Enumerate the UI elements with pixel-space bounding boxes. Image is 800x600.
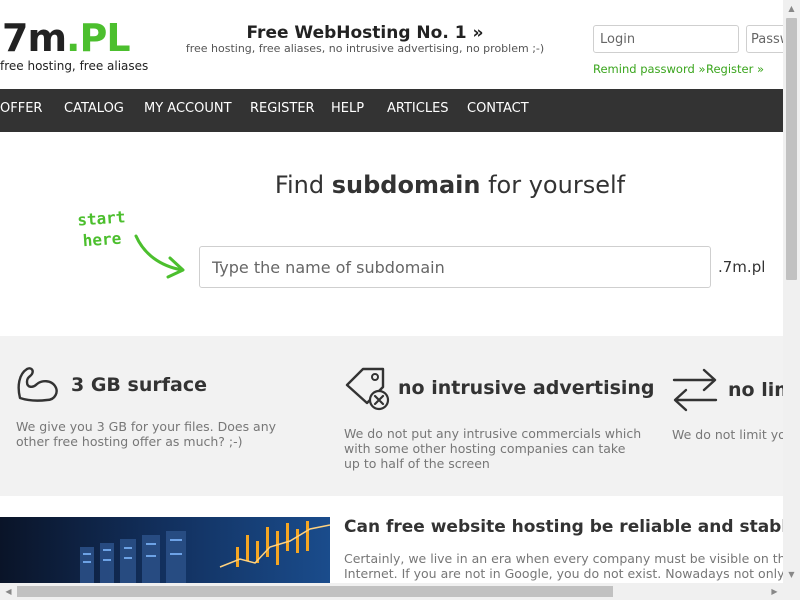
heading-part-pre: Find bbox=[274, 171, 332, 199]
promo-title[interactable]: Free WebHosting No. 1 » bbox=[190, 23, 540, 43]
nav-item-register[interactable]: REGISTER bbox=[250, 101, 315, 116]
bicep-icon bbox=[17, 367, 58, 402]
main-navbar: OFFER CATALOG MY ACCOUNT REGISTER HELP A… bbox=[0, 89, 783, 132]
scroll-up-arrow-icon[interactable]: ▲ bbox=[783, 0, 800, 17]
transfer-arrows-icon bbox=[672, 368, 718, 412]
scrollbar-corner bbox=[783, 583, 800, 600]
feature-title-no-limit: no limit bbox=[728, 379, 783, 401]
nav-item-catalog[interactable]: CATALOG bbox=[64, 101, 124, 116]
subdomain-search-input[interactable] bbox=[199, 246, 711, 288]
feature-desc-no-ads: We do not put any intrusive commercials … bbox=[344, 426, 642, 471]
heading-part-post: for yourself bbox=[480, 171, 626, 199]
nav-item-my-account[interactable]: MY ACCOUNT bbox=[144, 101, 232, 116]
article-image[interactable] bbox=[0, 517, 330, 583]
horizontal-scrollbar[interactable]: ◀ ▶ bbox=[0, 583, 783, 600]
password-input[interactable] bbox=[746, 25, 783, 53]
feature-title-storage: 3 GB surface bbox=[71, 374, 207, 396]
article-title[interactable]: Can free website hosting be reliable and… bbox=[344, 517, 783, 537]
logo-main: 7m bbox=[2, 16, 67, 60]
promo-subtitle: free hosting, free aliases, no intrusive… bbox=[185, 42, 545, 55]
feature-title-no-ads: no intrusive advertising bbox=[398, 377, 655, 399]
nav-item-help[interactable]: HELP bbox=[331, 101, 364, 116]
page-viewport: 7m.PL free hosting, free aliases Free We… bbox=[0, 0, 783, 583]
nav-item-articles[interactable]: ARTICLES bbox=[387, 101, 449, 116]
heading-part-bold: subdomain bbox=[331, 171, 481, 199]
remind-password-link[interactable]: Remind password » bbox=[593, 62, 705, 76]
curved-arrow-icon bbox=[134, 234, 185, 279]
start-here-hint: start here bbox=[75, 206, 128, 251]
find-subdomain-heading: Find subdomain for yourself bbox=[200, 171, 700, 199]
article-text: Certainly, we live in an era when every … bbox=[344, 551, 783, 583]
server-room-image bbox=[0, 517, 330, 583]
vertical-scroll-thumb[interactable] bbox=[786, 18, 797, 280]
feature-desc-no-limit: We do not limit your transfer bbox=[672, 427, 783, 442]
site-tagline: free hosting, free aliases bbox=[0, 59, 149, 73]
register-link[interactable]: Register » bbox=[706, 62, 764, 76]
scroll-left-arrow-icon[interactable]: ◀ bbox=[0, 583, 17, 600]
domain-suffix: .7m.pl bbox=[718, 258, 766, 276]
logo-accent: .PL bbox=[66, 16, 130, 60]
login-input[interactable] bbox=[593, 25, 739, 53]
nav-item-offer[interactable]: OFFER bbox=[0, 101, 42, 116]
features-section: 3 GB surface We give you 3 GB for your f… bbox=[0, 336, 783, 496]
site-logo[interactable]: 7m.PL bbox=[2, 16, 131, 60]
scroll-down-arrow-icon[interactable]: ▼ bbox=[783, 566, 800, 583]
no-ad-tag-icon bbox=[345, 367, 390, 411]
scroll-right-arrow-icon[interactable]: ▶ bbox=[766, 583, 783, 600]
hint-line-2: here bbox=[82, 228, 122, 251]
feature-desc-storage: We give you 3 GB for your files. Does an… bbox=[16, 419, 277, 449]
horizontal-scroll-thumb[interactable] bbox=[17, 586, 613, 597]
vertical-scrollbar[interactable]: ▲ ▼ bbox=[783, 0, 800, 583]
nav-item-contact[interactable]: CONTACT bbox=[467, 101, 529, 116]
